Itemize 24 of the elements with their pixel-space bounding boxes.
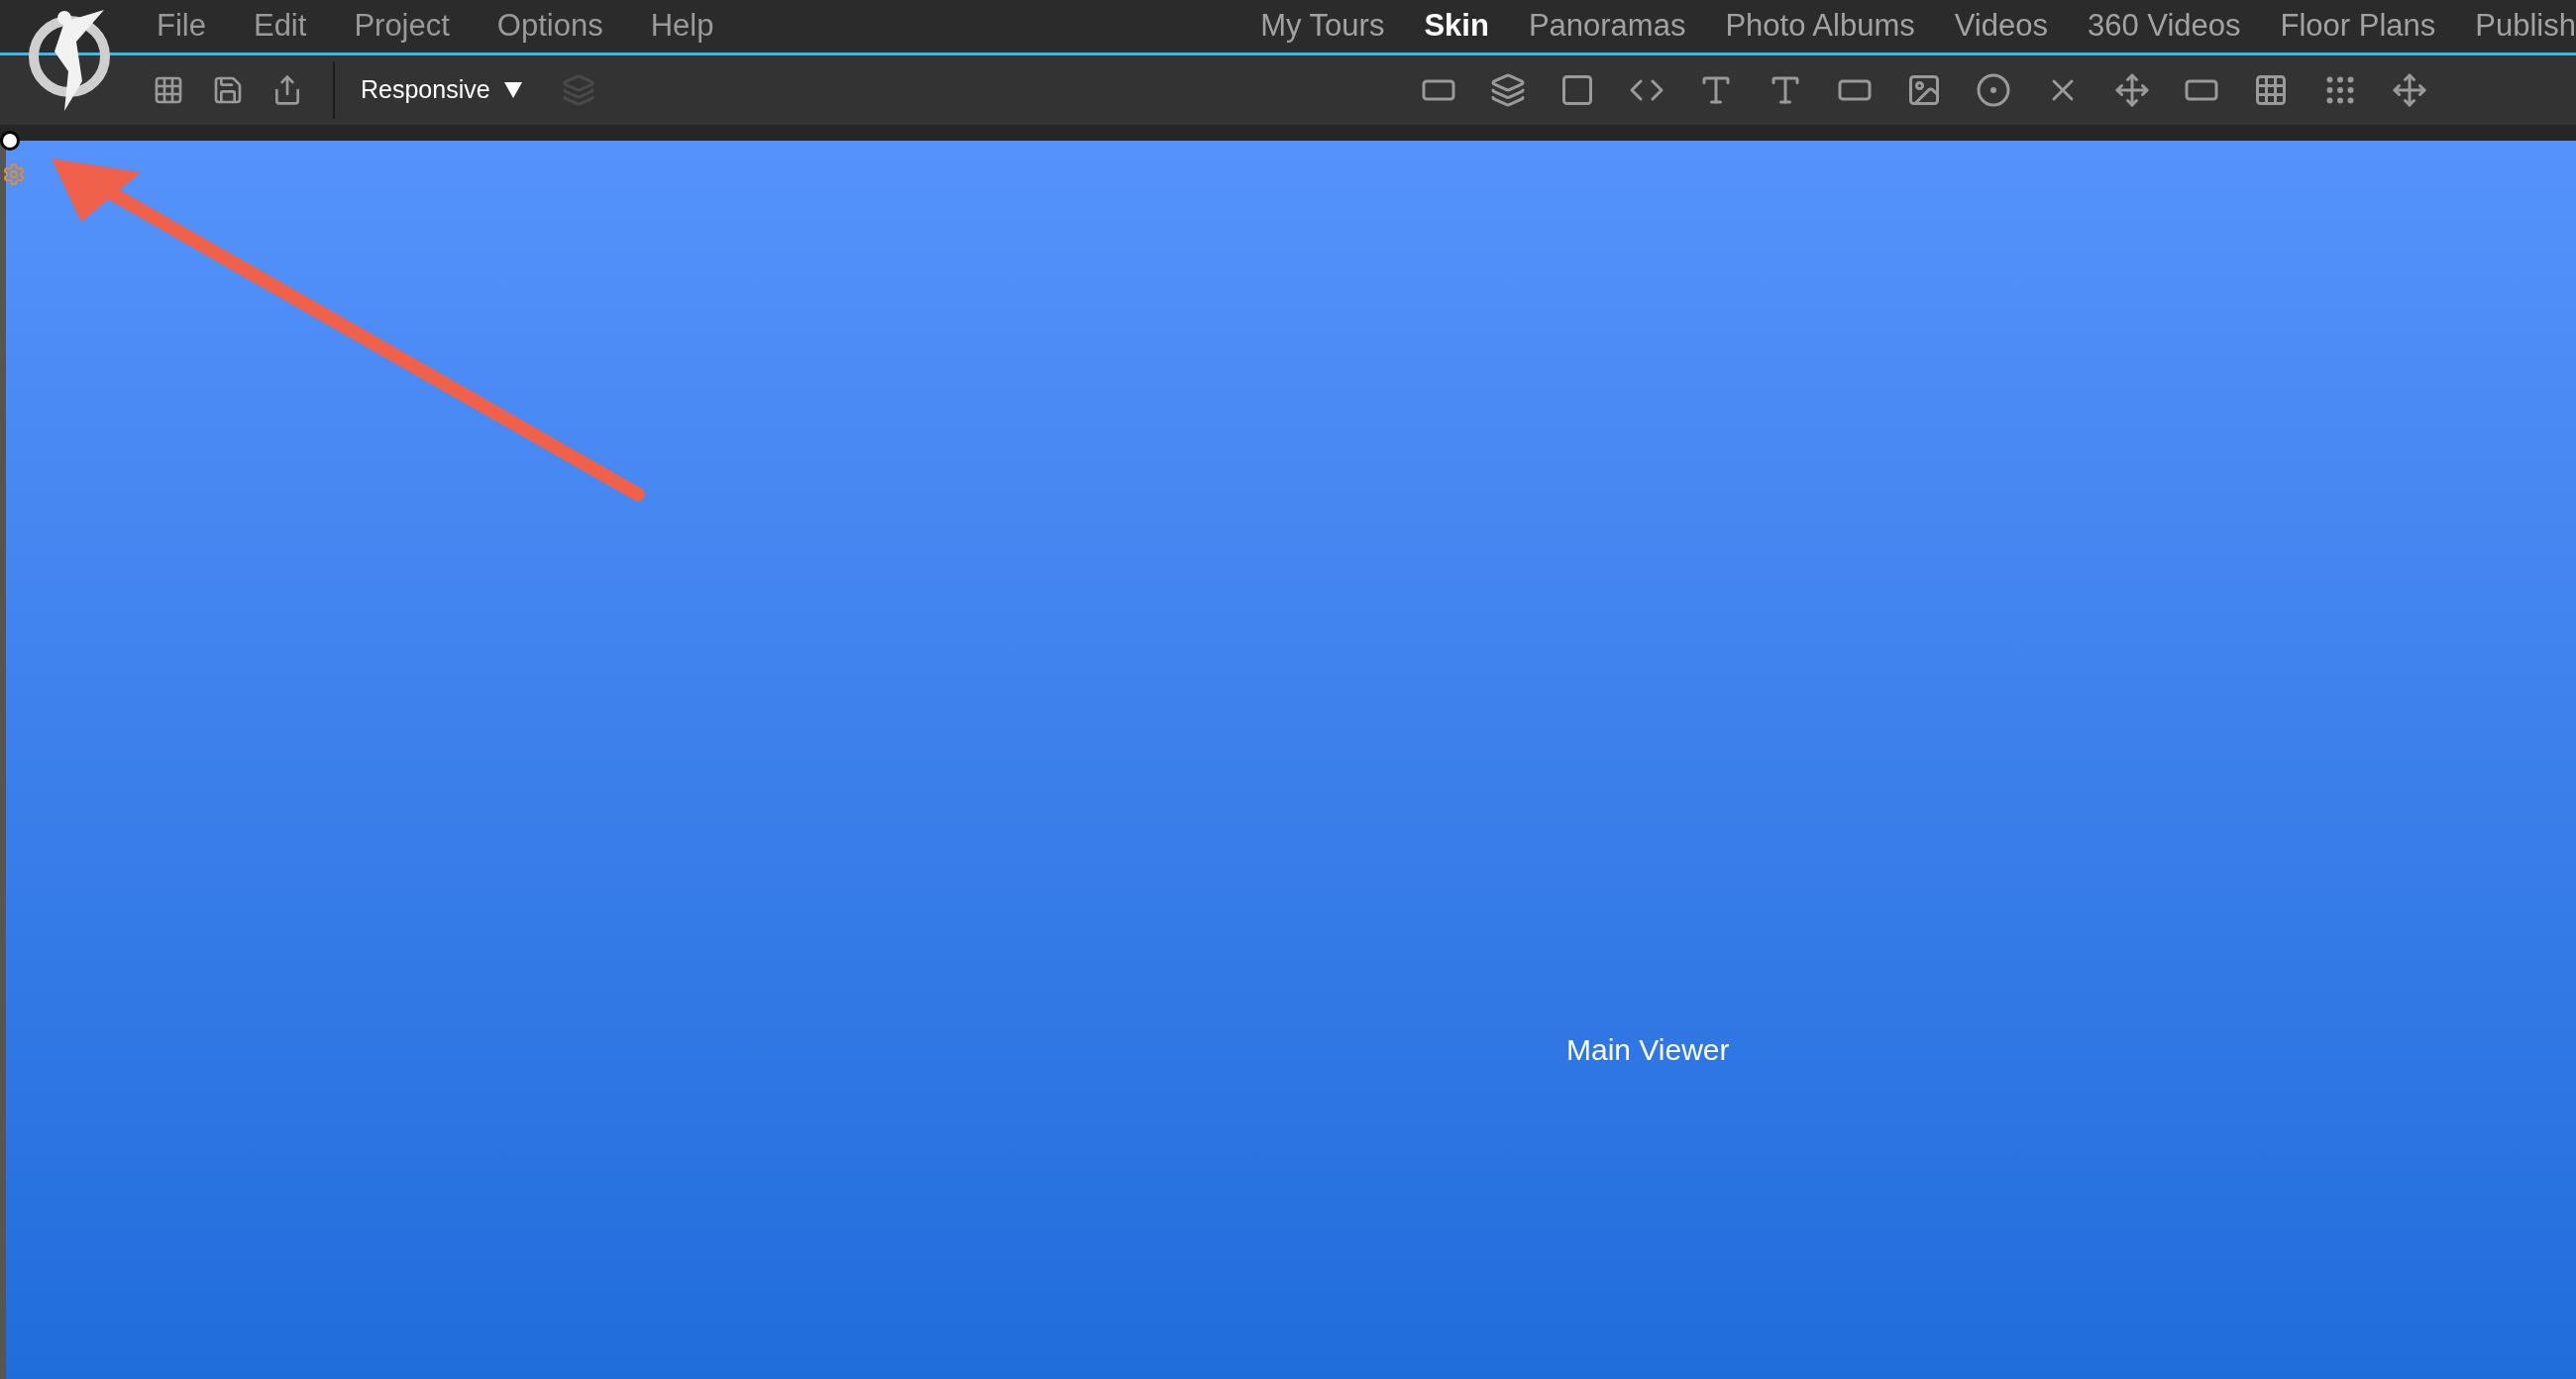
mode-dropdown[interactable]: Responsive (361, 71, 522, 109)
nav-tab[interactable]: Videos (1954, 3, 2048, 50)
gear-icon[interactable] (2, 162, 26, 186)
save-icon[interactable] (212, 74, 244, 106)
dropdown-triangle-icon (503, 82, 522, 98)
layers-icon[interactable] (1490, 72, 1526, 108)
menu-item[interactable]: Help (650, 3, 714, 50)
menu-item[interactable]: Edit (253, 3, 307, 50)
rectangle-icon[interactable] (1559, 72, 1595, 108)
selection-handle[interactable] (0, 131, 20, 151)
nav-tab[interactable]: My Tours (1260, 3, 1385, 50)
nav-tab[interactable]: Floor Plans (2280, 3, 2436, 50)
menu-item[interactable]: Options (496, 3, 603, 50)
nav-tab[interactable]: Photo Albums (1725, 3, 1915, 50)
nav-tab[interactable]: 360 Videos (2087, 3, 2241, 50)
nav-tab[interactable]: Publish (2475, 3, 2576, 50)
viewer-label: Main Viewer (1566, 1032, 1730, 1068)
menu-item[interactable]: Project (354, 3, 450, 50)
menu-item[interactable]: File (157, 3, 206, 50)
target-icon[interactable] (1976, 72, 2011, 108)
grid-icon[interactable] (153, 74, 184, 106)
nav-tab[interactable]: Skin (1424, 3, 1489, 50)
nav-tab[interactable]: Panoramas (1528, 3, 1686, 50)
disabled-layers-icon (561, 73, 595, 107)
